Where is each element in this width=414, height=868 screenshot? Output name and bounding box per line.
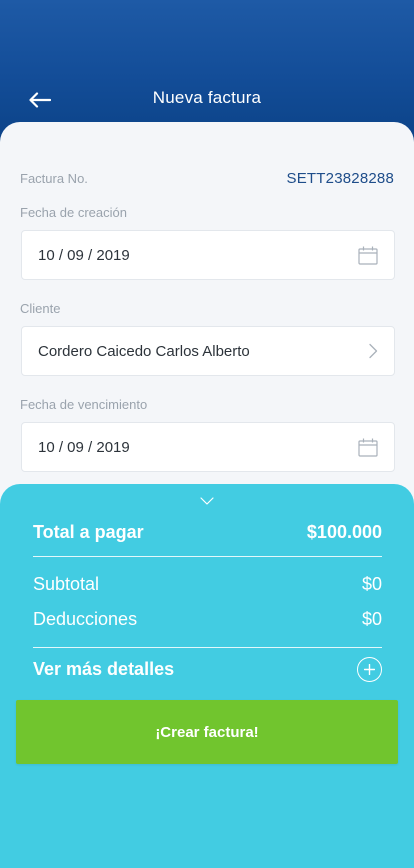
details-divider — [33, 647, 382, 648]
invoice-number-value: SETT23828288 — [286, 170, 394, 187]
collapse-summary-button[interactable] — [197, 494, 217, 508]
due-date-label: Fecha de vencimiento — [20, 397, 148, 412]
summary-divider — [33, 556, 382, 557]
due-date-value: 10 / 09 / 2019 — [38, 438, 130, 456]
calendar-icon[interactable] — [358, 246, 378, 265]
deductions-value: $0 — [361, 609, 382, 629]
create-invoice-button[interactable]: ¡Crear factura! — [16, 700, 398, 764]
payment-summary-panel: Total a pagar $100.000 Subtotal $0 Deduc… — [0, 484, 414, 868]
total-row: Total a pagar $100.000 — [33, 522, 382, 543]
creation-date-label: Fecha de creación — [20, 205, 127, 220]
more-details-link[interactable]: Ver más detalles — [33, 659, 174, 680]
deductions-row: Deducciones $0 — [33, 609, 382, 630]
expand-details-button[interactable] — [357, 657, 382, 682]
client-label: Cliente — [20, 301, 61, 316]
more-details-row: Ver más detalles — [33, 657, 382, 682]
chevron-down-icon — [200, 497, 214, 505]
client-field[interactable]: Cordero Caicedo Carlos Alberto — [21, 326, 395, 376]
total-value: $100.000 — [306, 522, 382, 542]
plus-icon — [364, 664, 375, 675]
subtotal-row: Subtotal $0 — [33, 574, 382, 595]
invoice-number-row: Factura No. SETT23828288 — [20, 170, 394, 187]
subtotal-value: $0 — [361, 574, 382, 594]
creation-date-field[interactable]: 10 / 09 / 2019 — [21, 230, 395, 280]
app-header: Nueva factura — [0, 72, 414, 126]
total-label: Total a pagar — [33, 522, 144, 542]
chevron-right-icon — [369, 343, 378, 359]
due-date-field[interactable]: 10 / 09 / 2019 — [21, 422, 395, 472]
creation-date-value: 10 / 09 / 2019 — [38, 246, 130, 264]
page-title: Nueva factura — [152, 88, 262, 107]
subtotal-label: Subtotal — [33, 574, 100, 594]
calendar-icon[interactable] — [358, 438, 378, 457]
invoice-number-label: Factura No. — [20, 171, 88, 186]
deductions-label: Deducciones — [33, 609, 138, 629]
client-value: Cordero Caicedo Carlos Alberto — [38, 342, 250, 360]
